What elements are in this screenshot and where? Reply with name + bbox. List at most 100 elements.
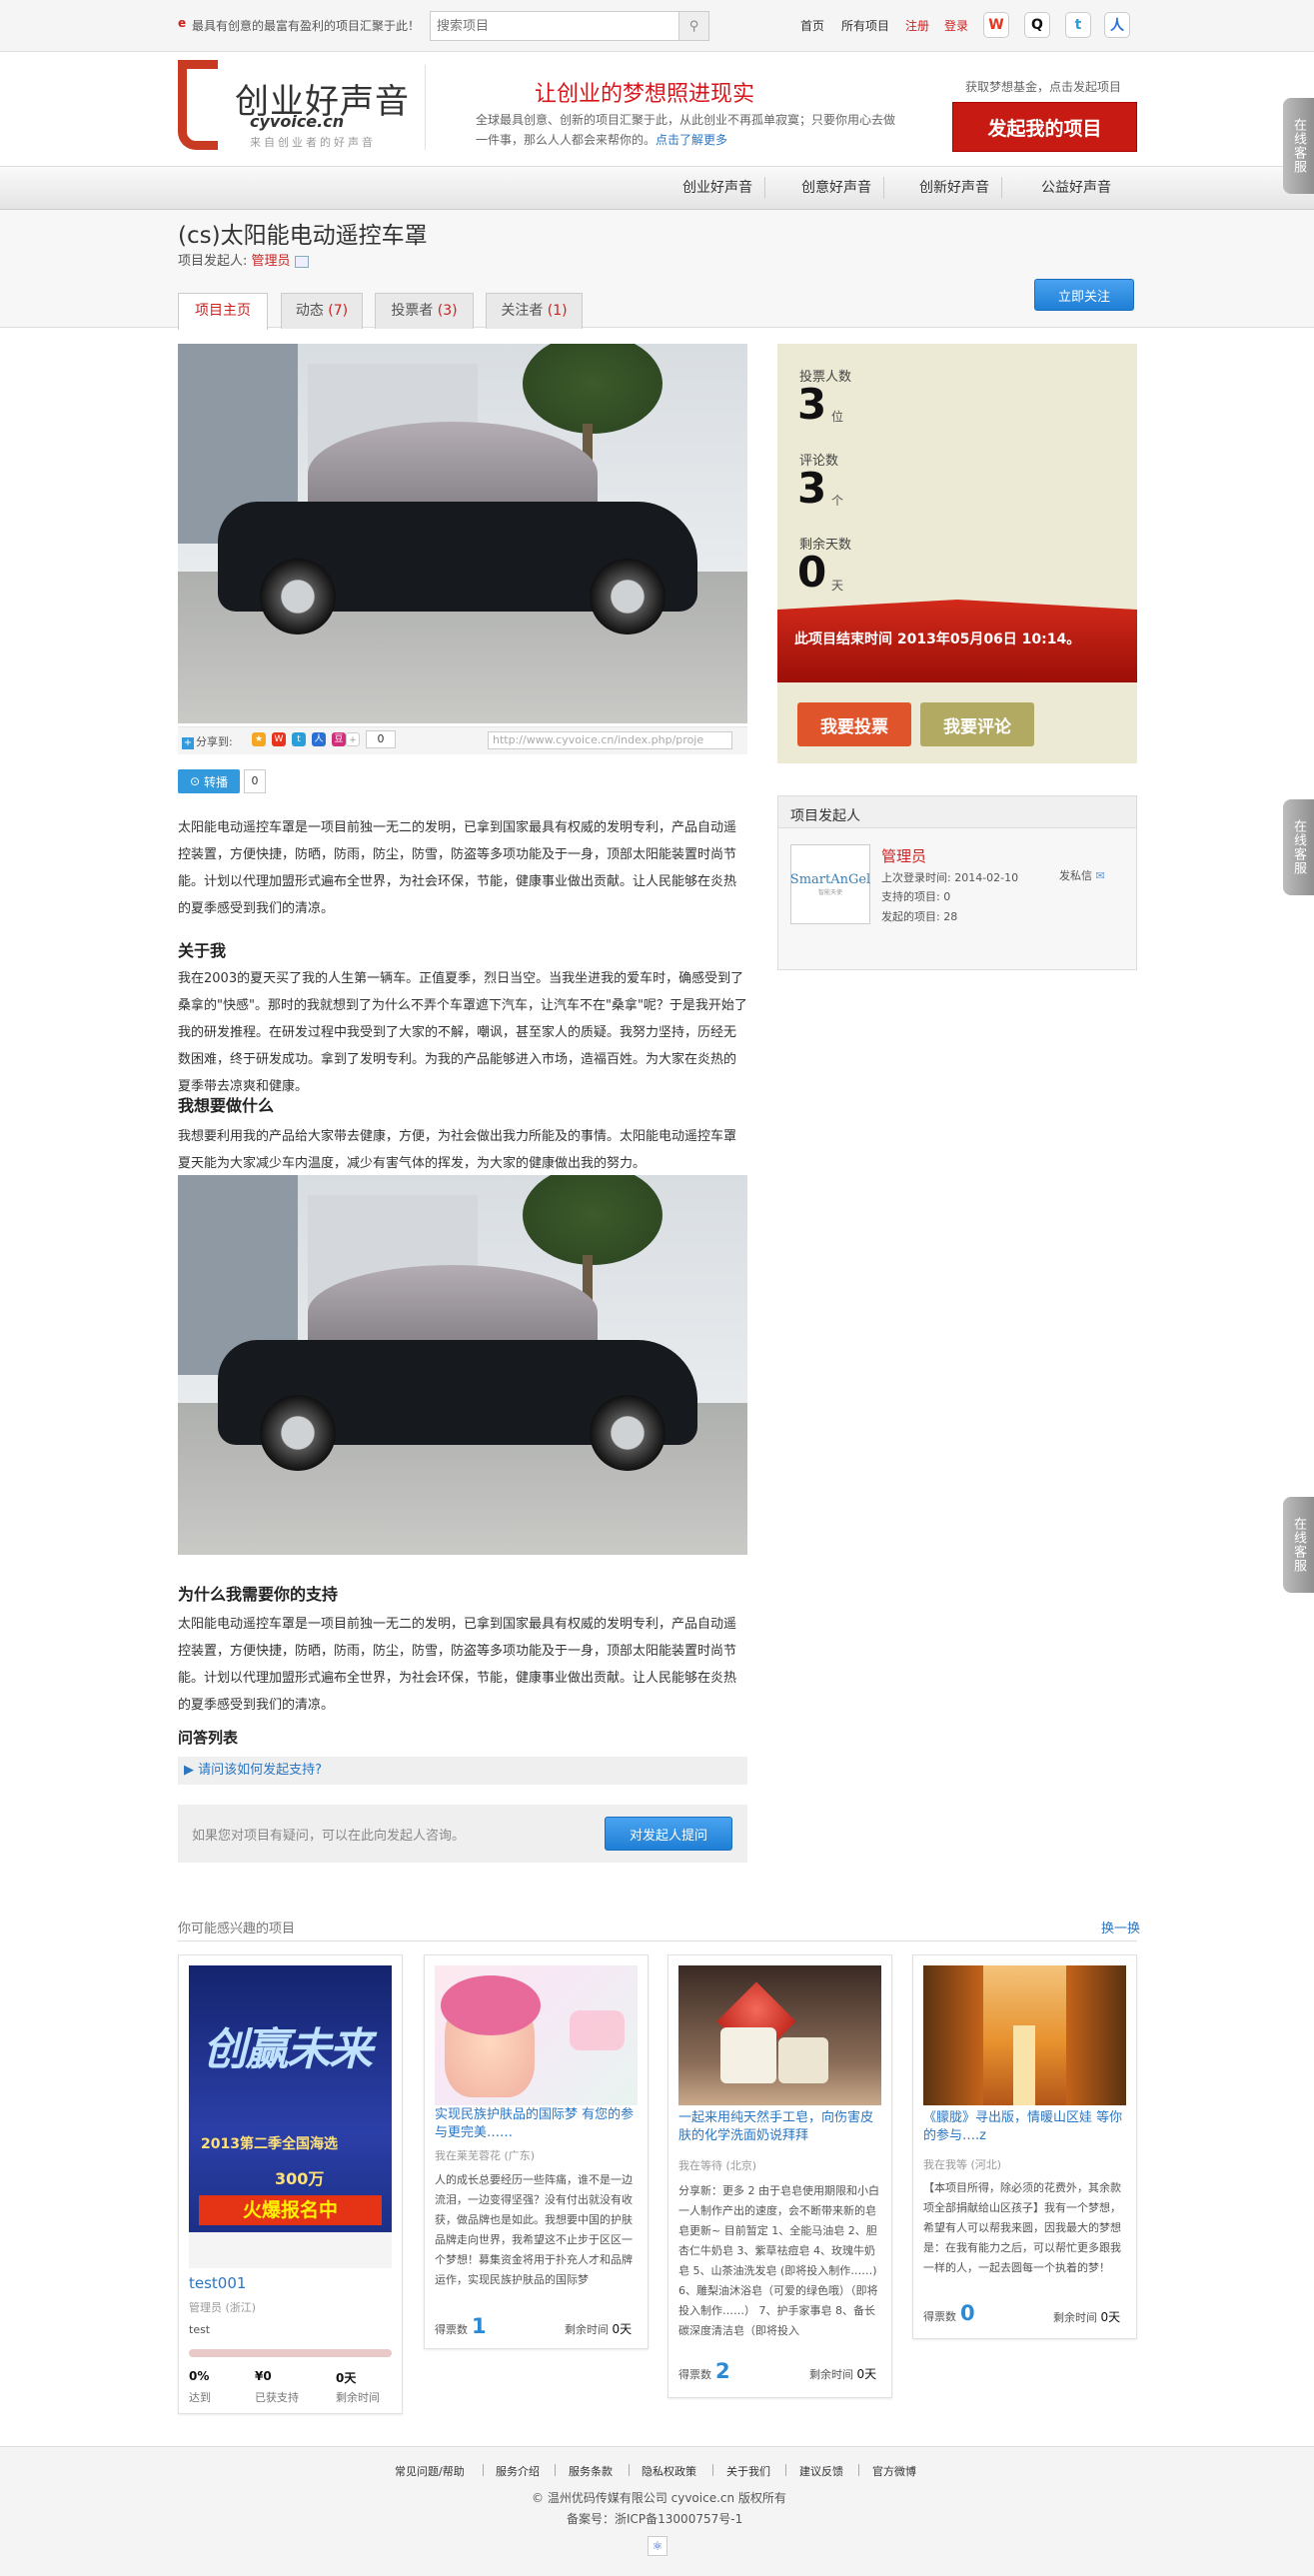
card-image[interactable] [923, 1965, 1126, 2105]
share-count: 0 [366, 730, 396, 748]
card-description: 【本项目所得，除必须的花费外，其余款项全部捐献给山区孩子】我有一个梦想，希望有人… [923, 2181, 1121, 2274]
card-votes: 得票数 1 [435, 2314, 487, 2338]
repost-count: 0 [244, 769, 266, 793]
footer-link-weibo[interactable]: 官方微博 [872, 2463, 916, 2479]
fund-text: 获取梦想基金，点击发起项目 [965, 80, 1122, 94]
header-description: 全球最具创意、创新的项目汇聚于此，从此创业不再孤单寂寞；只要你用心去做一件事，那… [476, 113, 896, 147]
vote-button[interactable]: 我要投票 [797, 702, 911, 746]
card-days-left: 剩余时间 0天 [1053, 2310, 1121, 2324]
online-service-tab[interactable]: 在线客服 [1283, 98, 1314, 194]
nav-item-startup-voice[interactable]: 创业好声音 [672, 167, 762, 209]
poster-event: 2013第二季全国海选 [201, 2136, 338, 2152]
search-icon: ⚲ [688, 18, 699, 34]
douban-share-icon[interactable]: 豆 [332, 732, 346, 746]
owner-link[interactable]: 管理员 [252, 254, 291, 269]
tab-project-home[interactable]: 项目主页 [178, 293, 268, 330]
private-message-link[interactable]: 发私信 ✉ [1059, 867, 1105, 883]
card-votes: 得票数 2 [678, 2359, 730, 2383]
top-link-all-projects[interactable]: 所有项目 [841, 17, 889, 34]
card-description: 人的成长总要经历一些阵痛，谁不是一边流泪，一边变得坚强？没有付出就没有收获，做品… [435, 2173, 633, 2286]
card-image[interactable] [435, 1965, 638, 2105]
ask-hint: 如果您对项目有疑问，可以在此向发起人咨询。 [192, 1829, 466, 1844]
footer-link-help[interactable]: 常见问题/帮助 [395, 2463, 465, 2479]
nav-item-idea-voice[interactable]: 创意好声音 [791, 167, 881, 209]
search-box: ⚲ [430, 11, 709, 41]
search-button[interactable]: ⚲ [678, 12, 708, 40]
tab-followers[interactable]: 关注者 (1) [486, 293, 583, 329]
tencent-weibo-icon[interactable]: t [1065, 12, 1091, 38]
card-title[interactable]: 一起来用纯天然手工皂，向伤害皮肤的化学洗面奶说拜拜 [678, 2109, 883, 2145]
nav-divider [1001, 177, 1002, 199]
qzone-share-icon[interactable]: ★ [252, 732, 266, 746]
nav-divider [764, 177, 765, 199]
supported-projects: 支持的项目: 0 [881, 890, 951, 903]
card-image[interactable]: 创赢未来 2013第二季全国海选 300万 火爆报名中 [189, 1965, 392, 2268]
nav-item-charity-voice[interactable]: 公益好声音 [1031, 167, 1121, 209]
support-heading: 为什么我需要你的支持 [178, 1585, 339, 1604]
card-days-label: 剩余时间 [336, 2391, 380, 2404]
online-service-tab[interactable]: 在线客服 [1283, 799, 1314, 895]
footer-divider [483, 2464, 484, 2476]
follow-button[interactable]: 立即关注 [1034, 279, 1134, 311]
footer-divider [785, 2464, 786, 2476]
last-login: 上次登录时间: 2014-02-10 [881, 871, 1019, 884]
online-service-tab[interactable]: 在线客服 [1283, 1497, 1314, 1593]
footer-link-terms[interactable]: 服务条款 [569, 2463, 613, 2479]
comments-unit: 个 [831, 494, 844, 508]
renren-icon[interactable]: 人 [1104, 12, 1130, 38]
learn-more-link[interactable]: 点击了解更多 [656, 133, 727, 147]
card-location: 我在等待 (北京) [678, 2159, 757, 2172]
launch-project-button[interactable]: 发起我的项目 [952, 102, 1137, 152]
launched-projects: 发起的项目: 28 [881, 910, 958, 923]
card-title[interactable]: 实现民族护肤品的国际梦 有您的参与更完美…… [435, 2106, 640, 2142]
weibo-icon[interactable]: W [983, 12, 1009, 38]
ask-initiator-button[interactable]: 对发起人提问 [605, 1817, 732, 1851]
search-input[interactable] [431, 12, 678, 40]
about-heading: 关于我 [178, 941, 227, 960]
project-title: (cs)太阳能电动遥控车罩 [178, 223, 428, 249]
top-link-login[interactable]: 登录 [944, 17, 968, 34]
initiator-name-link[interactable]: 管理员 [881, 845, 926, 866]
share-url-field[interactable]: http://www.cyvoice.cn/index.php/proje [488, 731, 732, 749]
recommend-divider [178, 1940, 1137, 1941]
days-left-count: 0 [797, 548, 827, 597]
message-icon: ✉ [1095, 869, 1105, 882]
refresh-recommend-link[interactable]: 换一换 [1101, 1918, 1140, 1936]
weibo-share-icon[interactable]: W [272, 732, 286, 746]
tab-voters[interactable]: 投票者 (3) [375, 293, 474, 329]
logo-icon[interactable] [178, 60, 218, 150]
initiator-heading: 项目发起人 [790, 808, 860, 824]
avatar[interactable]: SmartAnGel 智能天使 [790, 844, 870, 924]
card-title[interactable]: test001 [189, 2274, 246, 2292]
nav-item-innovation-voice[interactable]: 创新好声音 [909, 167, 999, 209]
card-location: 管理员 (浙江) [189, 2301, 257, 2314]
header-divider [425, 65, 426, 150]
goal-text: 我想要利用我的产品给大家带去健康，方便，为社会做出我力所能及的事情。太阳能电动遥… [178, 1129, 737, 1171]
footer-link-privacy[interactable]: 隐私权政策 [642, 2463, 696, 2479]
top-link-register[interactable]: 注册 [905, 17, 929, 34]
renren-share-icon[interactable]: 人 [312, 732, 326, 746]
qq-icon[interactable]: Q [1024, 12, 1050, 38]
goal-heading: 我想要做什么 [178, 1096, 275, 1115]
comment-button[interactable]: 我要评论 [920, 702, 1034, 746]
top-link-home[interactable]: 首页 [800, 17, 824, 34]
qa-heading: 问答列表 [178, 1729, 239, 1747]
card-title[interactable]: 《朦胧》寻出版，情暖山区娃 等你的参与….z [923, 2109, 1128, 2145]
plus-icon: + [182, 737, 194, 749]
more-share-icon[interactable]: + [346, 732, 360, 746]
support-text: 太阳能电动遥控车罩是一项目前独一无二的发明，已拿到国家最具有权威的发明专利，产品… [178, 1617, 737, 1713]
qa-item[interactable]: ▶ 请问该如何发起支持? [178, 1757, 747, 1785]
footer-link-about[interactable]: 关于我们 [726, 2463, 770, 2479]
baidu-stats-icon[interactable]: ⚛ [648, 2536, 667, 2556]
tencent-share-icon[interactable]: t [292, 732, 306, 746]
repost-button[interactable]: ⊙ 转播 [178, 769, 240, 793]
card-image[interactable] [678, 1965, 881, 2105]
header-headline: 让创业的梦想照进现实 [535, 82, 755, 107]
days-left-unit: 天 [831, 579, 844, 593]
card-percent: 0% [189, 2369, 210, 2383]
footer-link-feedback[interactable]: 建议反馈 [799, 2463, 843, 2479]
footer-link-services[interactable]: 服务介绍 [496, 2463, 540, 2479]
logo-domain: cyvoice.cn [250, 112, 345, 131]
card-days-left: 剩余时间 0天 [809, 2367, 877, 2381]
tab-updates[interactable]: 动态 (7) [281, 293, 363, 329]
